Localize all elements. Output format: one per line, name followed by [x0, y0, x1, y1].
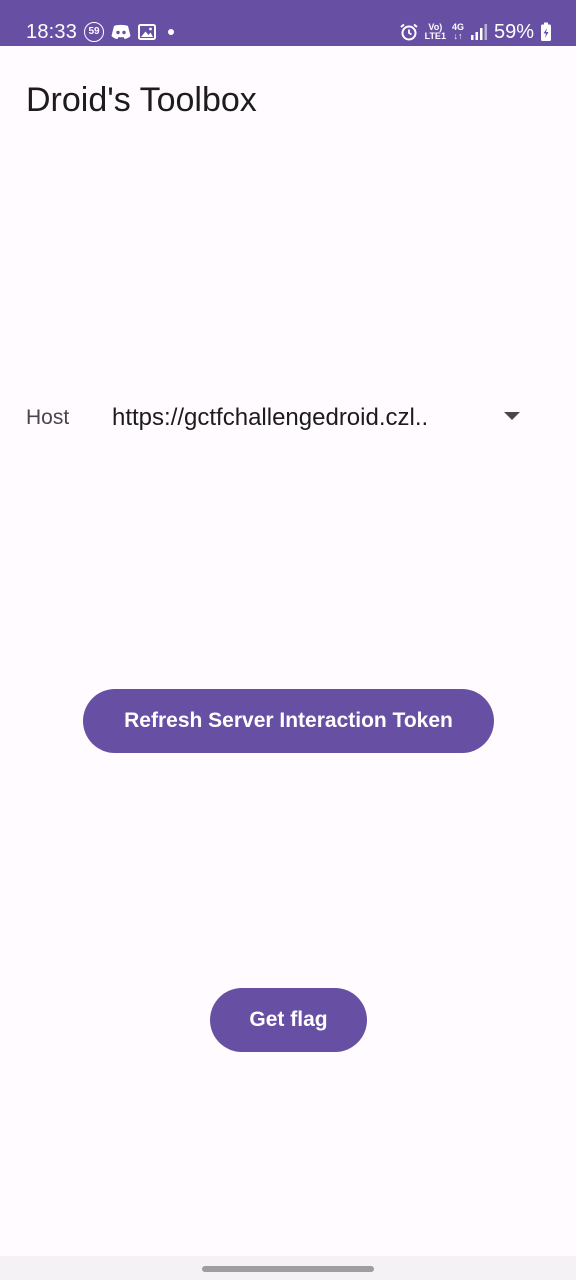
host-dropdown[interactable]: https://gctfchallengedroid.czl.. [112, 396, 534, 440]
host-label: Host [26, 406, 70, 429]
home-gesture-handle[interactable] [202, 1266, 374, 1272]
status-system-icons: Vo) LTE1 4G ↓↑ 59% [399, 20, 552, 44]
gallery-icon [138, 24, 156, 40]
discord-icon [111, 24, 131, 39]
lte-label: LTE1 [424, 31, 446, 41]
volte-icon: Vo) LTE1 [425, 23, 446, 41]
status-time: 18:33 [26, 21, 78, 43]
battery-percentage: 59% [493, 21, 534, 43]
data-arrows-glyph: ↓↑ [453, 31, 463, 41]
get-flag-button[interactable]: Get flag [210, 988, 367, 1052]
status-notification-icons: 59 [84, 20, 174, 44]
data-arrows-icon: 4G ↓↑ [452, 23, 464, 41]
refresh-token-button[interactable]: Refresh Server Interaction Token [83, 689, 494, 753]
signal-icon [470, 24, 487, 40]
app-title: Droid's Toolbox [26, 81, 257, 119]
host-selected-value: https://gctfchallengedroid.czl.. [112, 404, 429, 431]
battery-charging-icon [541, 22, 551, 41]
more-dot-icon [168, 29, 174, 35]
notification-count-icon: 59 [84, 22, 104, 42]
dropdown-arrow-icon [504, 412, 520, 420]
status-bar: 18:33 59 Vo) LTE1 4G ↓↑ 59% [0, 0, 576, 46]
navigation-bar [0, 1256, 576, 1280]
alarm-icon [399, 23, 418, 41]
